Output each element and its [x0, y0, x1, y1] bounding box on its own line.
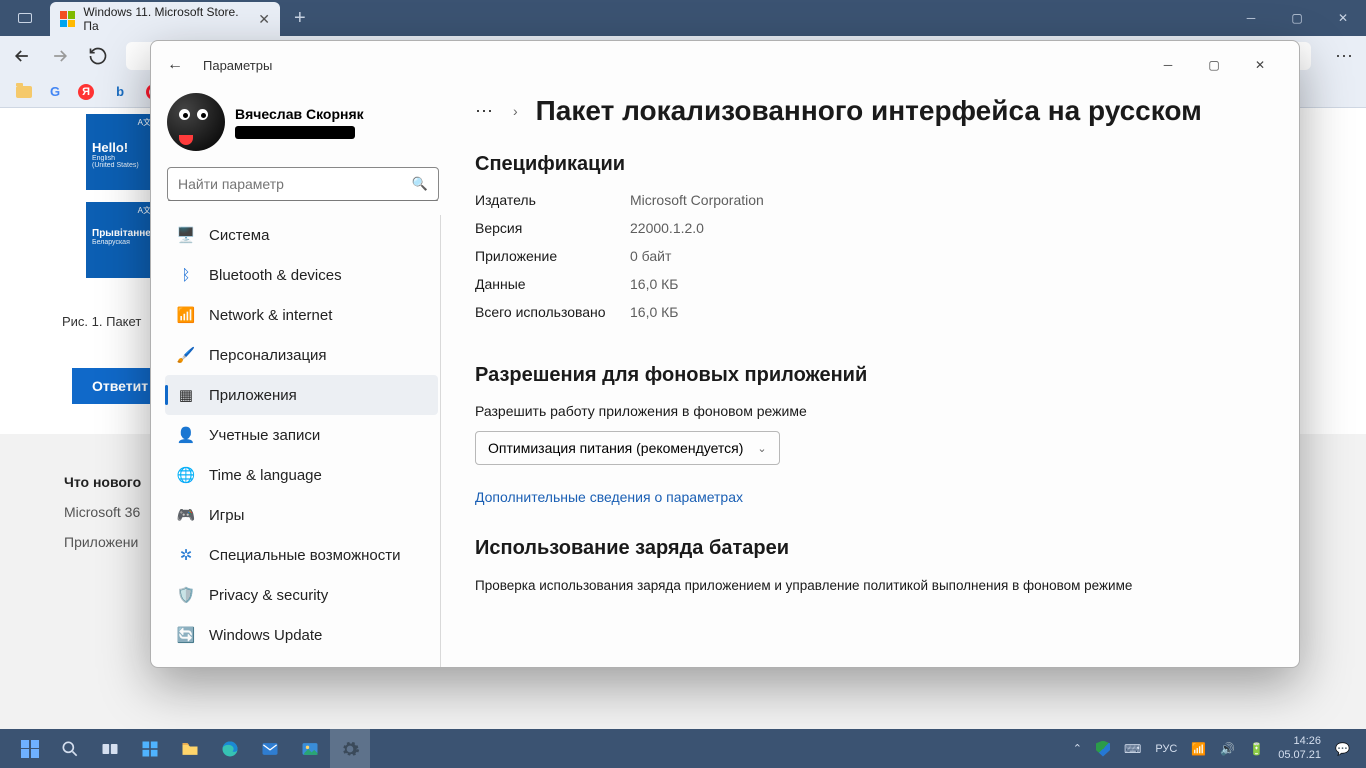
bookmark-folder-icon[interactable]	[16, 86, 32, 98]
settings-close-button[interactable]: ✕	[1237, 49, 1283, 81]
new-tab-button[interactable]: +	[280, 7, 320, 30]
spec-row: Приложение0 байт	[475, 248, 1269, 264]
bg-label: Разрешить работу приложения в фоновом ре…	[475, 403, 1269, 419]
bg-mode-dropdown[interactable]: Оптимизация питания (рекомендуется) ⌄	[475, 431, 780, 465]
nav-back-button[interactable]	[12, 46, 32, 66]
keyboard-icon[interactable]: ⌨	[1124, 742, 1141, 756]
brush-icon: 🖌️	[177, 346, 195, 364]
chevron-right-icon: ›	[513, 103, 518, 119]
nav-time[interactable]: 🌐Time & language	[165, 455, 438, 495]
browser-tab[interactable]: Windows 11. Microsoft Store. Па ✕	[50, 2, 280, 36]
more-info-link[interactable]: Дополнительные сведения о параметрах	[475, 489, 1269, 505]
nav-apps[interactable]: ▦Приложения	[165, 375, 438, 415]
shield-icon: 🛡️	[177, 586, 195, 604]
user-name: Вячеслав Скорняк	[235, 106, 364, 122]
settings-minimize-button[interactable]: ─	[1145, 49, 1191, 81]
settings-sidebar: Вячеслав Скорняк 🔍 🖥️Система ᛒBluetooth …	[151, 89, 451, 667]
browser-minimize-button[interactable]: ─	[1228, 0, 1274, 36]
battery-tray-icon[interactable]: 🔋	[1249, 742, 1264, 756]
taskbar-app-edge[interactable]	[210, 729, 250, 768]
user-email-redacted	[235, 126, 355, 139]
system-icon: 🖥️	[177, 226, 195, 244]
page-title: Пакет локализованного интерфейса на русс…	[536, 95, 1202, 127]
search-input[interactable]	[178, 176, 412, 192]
spec-row: ИздательMicrosoft Corporation	[475, 192, 1269, 208]
chevron-down-icon: ⌄	[757, 442, 766, 455]
figure-caption: Рис. 1. Пакет	[62, 314, 141, 329]
nav-accessibility[interactable]: ✲Специальные возможности	[165, 535, 438, 575]
spec-row: Всего использовано16,0 КБ	[475, 304, 1269, 320]
tray-chevron-icon[interactable]: ⌃	[1073, 742, 1082, 755]
volume-tray-icon[interactable]: 🔊	[1220, 742, 1235, 756]
nav-system[interactable]: 🖥️Система	[165, 215, 438, 255]
tab-title: Windows 11. Microsoft Store. Па	[83, 5, 250, 33]
wifi-icon: 📶	[177, 306, 195, 324]
system-tray: ⌃ ⌨ РУС 📶 🔊 🔋 14:26 05.07.21 💬	[1073, 735, 1356, 763]
taskbar-app-mail[interactable]	[250, 729, 290, 768]
browser-maximize-button[interactable]: ▢	[1274, 0, 1320, 36]
nav-personalization[interactable]: 🖌️Персонализация	[165, 335, 438, 375]
person-icon: 👤	[177, 426, 195, 444]
taskbar-app-settings[interactable]	[330, 729, 370, 768]
security-icon[interactable]	[1096, 741, 1110, 757]
browser-titlebar: Windows 11. Microsoft Store. Па ✕ + ─ ▢ …	[0, 0, 1366, 36]
gamepad-icon: 🎮	[177, 506, 195, 524]
settings-search[interactable]: 🔍	[167, 167, 439, 201]
breadcrumb-more-icon[interactable]: ⋯	[475, 101, 495, 122]
user-profile[interactable]: Вячеслав Скорняк	[165, 89, 441, 165]
language-indicator[interactable]: РУС	[1155, 743, 1177, 755]
nav-network[interactable]: 📶Network & internet	[165, 295, 438, 335]
browser-menu-button[interactable]: ⋯	[1335, 46, 1354, 67]
settings-window: ← Параметры ─ ▢ ✕ Вячеслав Скорняк 🔍 🖥️С…	[150, 40, 1300, 668]
settings-maximize-button[interactable]: ▢	[1191, 49, 1237, 81]
browser-close-button[interactable]: ✕	[1320, 0, 1366, 36]
globe-icon: 🌐	[177, 466, 195, 484]
bookmark-yandex[interactable]: Я	[78, 84, 94, 100]
battery-desc: Проверка использования заряда приложение…	[475, 576, 1269, 596]
apps-icon: ▦	[177, 386, 195, 404]
accessibility-icon: ✲	[177, 546, 195, 564]
spec-row: Данные16,0 КБ	[475, 276, 1269, 292]
taskbar-app-photos[interactable]	[290, 729, 330, 768]
lang-tile-belarusian[interactable]: A文 Прывітанне Беларуская	[86, 202, 156, 278]
bookmark-bing[interactable]: b	[112, 84, 128, 100]
bookmark-google[interactable]: G	[50, 84, 60, 99]
nav-update[interactable]: 🔄Windows Update	[165, 615, 438, 655]
tab-overview-button[interactable]	[0, 13, 50, 23]
settings-content: ⋯ › Пакет локализованного интерфейса на …	[451, 89, 1299, 667]
taskbar-app-explorer[interactable]	[170, 729, 210, 768]
search-icon: 🔍	[412, 176, 428, 192]
nav-privacy[interactable]: 🛡️Privacy & security	[165, 575, 438, 615]
close-tab-icon[interactable]: ✕	[258, 11, 270, 28]
reload-button[interactable]	[88, 46, 108, 66]
taskbar: ⌃ ⌨ РУС 📶 🔊 🔋 14:26 05.07.21 💬	[0, 729, 1366, 768]
bluetooth-icon: ᛒ	[177, 266, 195, 284]
spec-heading: Спецификации	[475, 153, 1269, 176]
breadcrumb: ⋯ › Пакет локализованного интерфейса на …	[475, 95, 1269, 127]
nav-gaming[interactable]: 🎮Игры	[165, 495, 438, 535]
nav-forward-button[interactable]	[50, 46, 70, 66]
task-view-button[interactable]	[90, 729, 130, 768]
nav-bluetooth[interactable]: ᛒBluetooth & devices	[165, 255, 438, 295]
clock[interactable]: 14:26 05.07.21	[1278, 735, 1321, 763]
update-icon: 🔄	[177, 626, 195, 644]
lang-tile-english[interactable]: A文 Hello! English (United States)	[86, 114, 156, 190]
settings-title: Параметры	[203, 58, 272, 73]
wifi-tray-icon[interactable]: 📶	[1191, 742, 1206, 756]
notifications-icon[interactable]: 💬	[1335, 742, 1350, 756]
ms-store-icon	[60, 11, 75, 27]
settings-back-button[interactable]: ←	[167, 56, 183, 74]
nav-accounts[interactable]: 👤Учетные записи	[165, 415, 438, 455]
bg-heading: Разрешения для фоновых приложений	[475, 364, 1269, 387]
battery-heading: Использование заряда батареи	[475, 537, 1269, 560]
taskbar-app-widgets[interactable]	[130, 729, 170, 768]
settings-titlebar: ← Параметры ─ ▢ ✕	[151, 41, 1299, 89]
search-button[interactable]	[50, 729, 90, 768]
start-button[interactable]	[10, 729, 50, 768]
avatar	[167, 93, 225, 151]
spec-row: Версия22000.1.2.0	[475, 220, 1269, 236]
